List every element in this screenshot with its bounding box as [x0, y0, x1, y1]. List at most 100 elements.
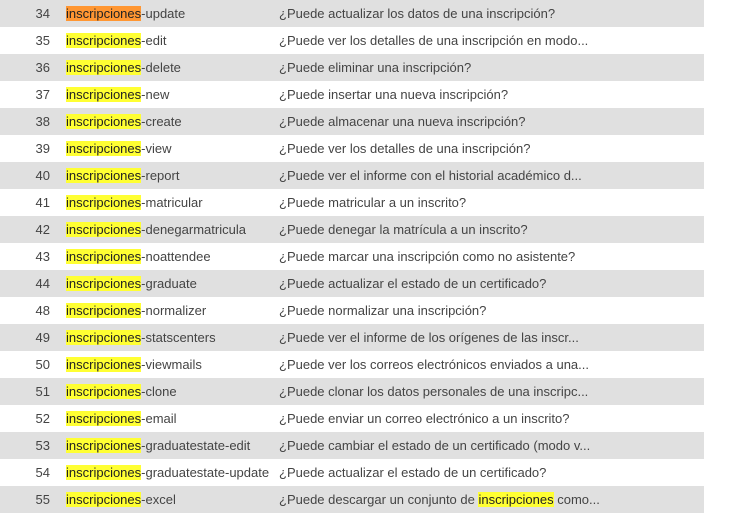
permission-description: ¿Puede ver los detalles de una inscripci…	[279, 141, 531, 156]
permission-name-suffix: -edit	[141, 33, 167, 48]
permission-name: inscripciones-create	[66, 114, 279, 129]
table-row[interactable]: 44 inscripciones-graduate ¿Puede actualiza…	[0, 270, 704, 297]
permission-description: ¿Puede eliminar una inscripción?	[279, 60, 472, 75]
permission-name-suffix: -denegarmatricula	[141, 222, 246, 237]
permission-name-suffix: -matricular	[141, 195, 203, 210]
table-row[interactable]: 43 inscripciones-noattendee ¿Puede marcar …	[0, 243, 704, 270]
table-row[interactable]: 38 inscripciones-create ¿Puede almacenar u…	[0, 108, 704, 135]
table-row[interactable]: 48 inscripciones-normalizer ¿Puede normali…	[0, 297, 704, 324]
table-row[interactable]: 40 inscripciones-report ¿Puede ver el info…	[0, 162, 704, 189]
search-match: inscripciones	[66, 195, 142, 210]
permission-name: inscripciones-update	[66, 6, 279, 21]
search-match: inscripciones	[66, 141, 142, 156]
search-match: inscripciones	[66, 438, 142, 453]
row-id: 43	[35, 249, 50, 264]
permission-description: ¿Puede matricular a un inscrito?	[279, 195, 467, 210]
row-id: 52	[35, 411, 50, 426]
permission-name-suffix: -normalizer	[141, 303, 207, 318]
table-row[interactable]: 49 inscripciones-statscenters ¿Puede ver e…	[0, 324, 704, 351]
table-row[interactable]: 42 inscripciones-denegarmatricula ¿Puede d…	[0, 216, 704, 243]
table-row[interactable]: 36 inscripciones-delete ¿Puede eliminar un…	[0, 54, 704, 81]
permission-name-suffix: -new	[141, 87, 170, 102]
row-id: 39	[35, 141, 50, 156]
row-id: 54	[35, 465, 50, 480]
table-row[interactable]: 51 inscripciones-clone ¿Puede clonar los d…	[0, 378, 704, 405]
permission-name-suffix: -email	[141, 411, 177, 426]
table-row[interactable]: 53 inscripciones-graduatestate-edit ¿Puede…	[0, 432, 704, 459]
permission-name: inscripciones-statscenters	[66, 330, 279, 345]
permission-name-suffix: -create	[141, 114, 182, 129]
table-row[interactable]: 34 inscripciones-update ¿Puede actualizar …	[0, 0, 704, 27]
table-row[interactable]: 52 inscripciones-email ¿Puede enviar un co…	[0, 405, 704, 432]
permission-name: inscripciones-viewmails	[66, 357, 279, 372]
permission-description: ¿Puede ver el informe de los orígenes de…	[279, 330, 579, 345]
permission-name-suffix: -graduatestate-edit	[141, 438, 251, 453]
permissions-table: 34 inscripciones-update ¿Puede actualizar …	[0, 0, 704, 513]
description-text: ¿Puede descargar un conjunto de	[279, 492, 479, 507]
permission-name-suffix: -viewmails	[141, 357, 202, 372]
permission-name: inscripciones-new	[66, 87, 279, 102]
permission-description: ¿Puede actualizar el estado de un certif…	[279, 276, 547, 291]
row-id: 34	[35, 6, 50, 21]
table-row[interactable]: 55 inscripciones-excel ¿Puede descargar un…	[0, 486, 704, 513]
table-row[interactable]: 50 inscripciones-viewmails ¿Puede ver los …	[0, 351, 704, 378]
permission-name-suffix: -update	[141, 6, 186, 21]
permission-description: ¿Puede cambiar el estado de un certifica…	[279, 438, 591, 453]
search-match: inscripciones	[66, 330, 142, 345]
permission-description: ¿Puede actualizar los datos de una inscr…	[279, 6, 556, 21]
permission-description: ¿Puede ver el informe con el historial a…	[279, 168, 582, 183]
permission-name: inscripciones-report	[66, 168, 279, 183]
permission-name-suffix: -report	[141, 168, 180, 183]
search-match: inscripciones	[478, 492, 554, 507]
search-match: inscripciones	[66, 249, 142, 264]
search-match: inscripciones	[66, 168, 142, 183]
permission-name-suffix: -graduatestate-update	[141, 465, 270, 480]
permission-description: ¿Puede ver los detalles de una inscripci…	[279, 33, 589, 48]
table-row[interactable]: 41 inscripciones-matricular ¿Puede matricu…	[0, 189, 704, 216]
row-id: 42	[35, 222, 50, 237]
permission-description: ¿Puede enviar un correo electrónico a un…	[279, 411, 570, 426]
permission-description: ¿Puede ver los correos electrónicos envi…	[279, 357, 590, 372]
row-id: 48	[35, 303, 50, 318]
permission-name: inscripciones-noattendee	[66, 249, 279, 264]
table-row[interactable]: 35 inscripciones-edit ¿Puede ver los detal…	[0, 27, 704, 54]
row-id: 55	[35, 492, 50, 507]
permission-name-suffix: -noattendee	[141, 249, 211, 264]
row-id: 36	[35, 60, 50, 75]
permission-name-suffix: -statscenters	[141, 330, 216, 345]
search-match: inscripciones	[66, 33, 142, 48]
search-match: inscripciones	[66, 411, 142, 426]
permission-name-suffix: -excel	[141, 492, 176, 507]
row-id: 35	[35, 33, 50, 48]
row-id: 37	[35, 87, 50, 102]
row-id: 40	[35, 168, 50, 183]
permission-name: inscripciones-graduate	[66, 276, 279, 291]
search-match: inscripciones	[66, 114, 142, 129]
permission-description: ¿Puede normalizar una inscripción?	[279, 303, 487, 318]
table-row[interactable]: 39 inscripciones-view ¿Puede ver los detal…	[0, 135, 704, 162]
search-match: inscripciones	[66, 492, 142, 507]
table-row[interactable]: 37 inscripciones-new ¿Puede insertar una n…	[0, 81, 704, 108]
permission-name: inscripciones-clone	[66, 384, 279, 399]
permission-name: inscripciones-denegarmatricula	[66, 222, 279, 237]
row-id: 38	[35, 114, 50, 129]
permission-name-suffix: -graduate	[141, 276, 197, 291]
permission-description: ¿Puede clonar los datos personales de un…	[279, 384, 589, 399]
permission-description: ¿Puede almacenar una nueva inscripción?	[279, 114, 526, 129]
permission-name: inscripciones-view	[66, 141, 279, 156]
row-id: 50	[35, 357, 50, 372]
table-row[interactable]: 54 inscripciones-graduatestate-update ¿Pue…	[0, 459, 704, 486]
search-match: inscripciones	[66, 384, 142, 399]
search-match-current: inscripciones	[66, 6, 142, 21]
permission-name-suffix: -view	[141, 141, 172, 156]
search-match: inscripciones	[66, 276, 142, 291]
permission-name: inscripciones-delete	[66, 60, 279, 75]
permission-name-suffix: -clone	[141, 384, 177, 399]
permission-description: ¿Puede denegar la matrícula a un inscrit…	[279, 222, 528, 237]
search-match: inscripciones	[66, 357, 142, 372]
permission-name: inscripciones-matricular	[66, 195, 279, 210]
permission-name: inscripciones-graduatestate-update	[66, 465, 279, 480]
permission-name: inscripciones-excel	[66, 492, 279, 507]
row-id: 51	[35, 384, 50, 399]
permission-description: ¿Puede marcar una inscripción como no as…	[279, 249, 576, 264]
